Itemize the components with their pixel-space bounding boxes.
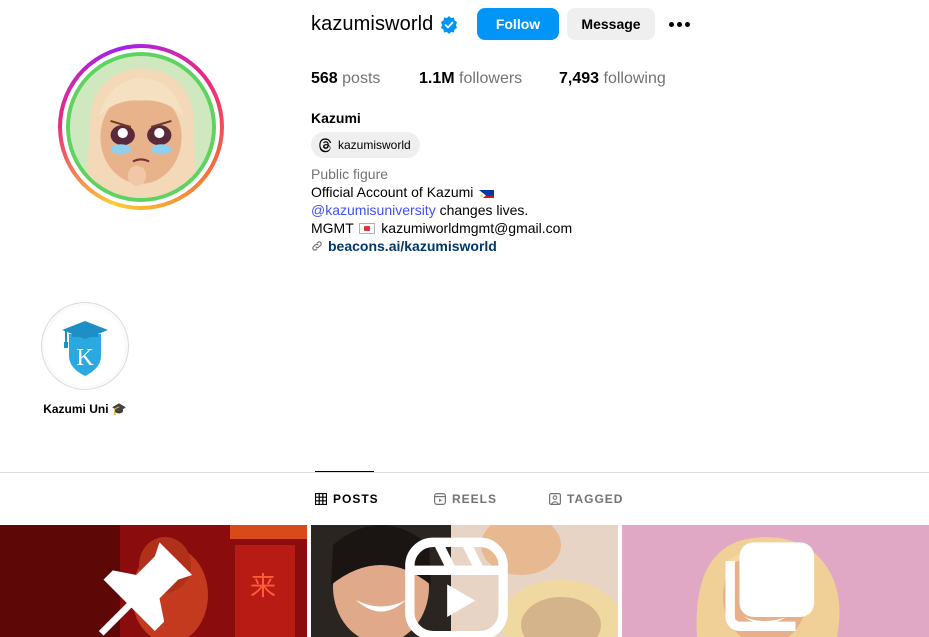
profile-category: Public figure xyxy=(311,166,389,182)
reels-icon xyxy=(434,493,446,505)
bio-text: Official Account of Kazumi xyxy=(311,184,474,200)
carousel-icon xyxy=(725,542,815,631)
link-text: beacons.ai/kazumisworld xyxy=(328,238,497,254)
profile-avatar[interactable] xyxy=(58,44,224,210)
tab-label: POSTS xyxy=(333,492,379,506)
tab-reels[interactable]: REELS xyxy=(434,492,497,506)
threads-icon xyxy=(319,138,332,153)
pin-icon xyxy=(98,542,193,636)
profile-username: kazumisworld xyxy=(311,13,434,35)
post-thumbnail[interactable] xyxy=(622,525,929,637)
highlight-label: Kazumi Uni 🎓 xyxy=(43,402,127,416)
bio-text: changes lives. xyxy=(435,202,529,218)
tab-posts[interactable]: POSTS xyxy=(315,492,379,506)
philippines-flag-icon xyxy=(479,187,495,198)
avatar-image xyxy=(70,56,212,198)
envelope-icon xyxy=(359,223,376,234)
following-count[interactable]: 7,493 following xyxy=(559,70,666,88)
tab-label: REELS xyxy=(452,492,498,506)
more-options-icon[interactable] xyxy=(667,14,691,34)
bio-line-3: MGMT kazumiworldmgmt@gmail.com xyxy=(311,219,572,237)
svg-text:K: K xyxy=(76,345,94,371)
verified-badge-icon xyxy=(441,16,457,34)
mention-link[interactable]: @kazumisuniversity xyxy=(311,202,436,218)
tabs-divider xyxy=(0,472,929,473)
followers-count[interactable]: 1.1M followers xyxy=(419,70,522,88)
post-thumbnail[interactable] xyxy=(311,525,618,637)
link-icon xyxy=(312,241,322,251)
bio-email: kazumiworldmgmt@gmail.com xyxy=(381,220,573,236)
bio-line-2: @kazumisuniversity changes lives. xyxy=(311,201,528,219)
reels-icon xyxy=(405,537,508,637)
follow-button[interactable]: Follow xyxy=(477,8,559,40)
active-tab-indicator xyxy=(315,471,374,472)
profile-external-link[interactable]: beacons.ai/kazumisworld xyxy=(311,237,497,255)
tab-label: TAGGED xyxy=(567,492,624,506)
grid-icon xyxy=(315,493,327,505)
posts-count: 568 posts xyxy=(311,70,381,87)
kazumi-uni-logo-icon: K xyxy=(62,321,108,376)
message-button[interactable]: Message xyxy=(567,8,655,40)
tab-tagged[interactable]: TAGGED xyxy=(549,492,623,506)
highlight-kazumi-uni[interactable]: K xyxy=(41,302,129,390)
bio-line-1: Official Account of Kazumi xyxy=(311,183,495,201)
post-thumbnail[interactable]: 来 xyxy=(0,525,307,637)
threads-badge[interactable]: kazumisworld xyxy=(311,132,420,158)
profile-full-name: Kazumi xyxy=(311,110,361,126)
tagged-icon xyxy=(549,493,561,505)
bio-text: MGMT xyxy=(311,220,354,236)
threads-handle: kazumisworld xyxy=(338,138,411,152)
